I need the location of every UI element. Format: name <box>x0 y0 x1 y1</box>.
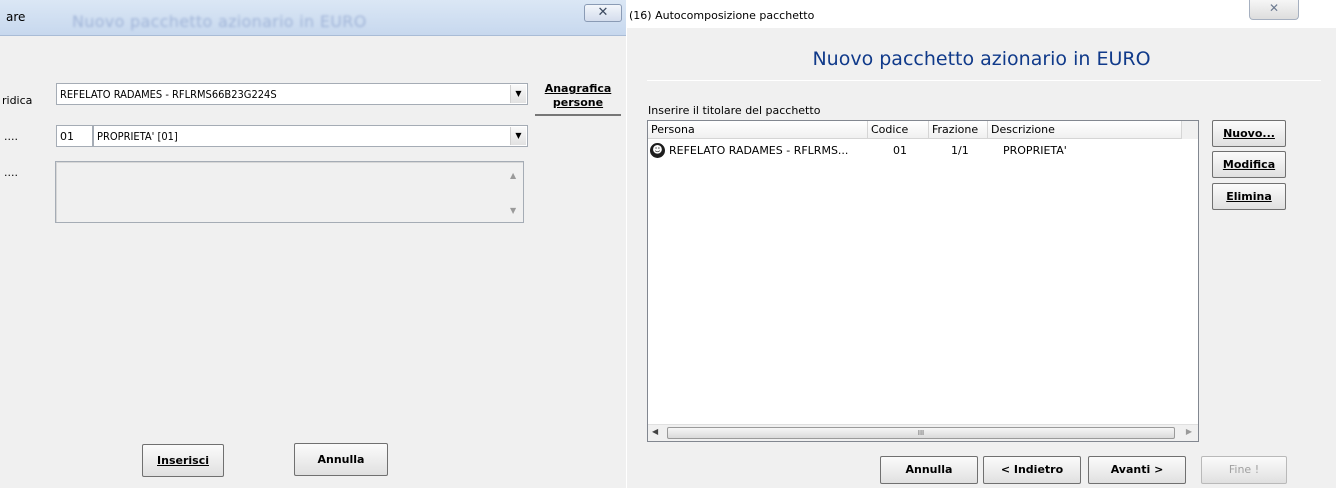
left-dialog-titlebar: are Nuovo pacchetto azionario in EURO ✕ <box>0 0 626 36</box>
new-button[interactable]: Nuovo... <box>1212 120 1286 147</box>
close-icon[interactable]: ✕ <box>584 4 622 22</box>
wizard-cancel-button[interactable]: Annulla <box>880 456 978 484</box>
left-dialog-title: are <box>6 10 26 24</box>
scroll-up-icon[interactable]: ▲ <box>510 171 516 180</box>
table-row[interactable]: ☻ REFELATO RADAMES - RFLRMS... 01 1/1 PR… <box>648 141 1182 161</box>
header-corner <box>1181 121 1198 139</box>
ownership-type-combo[interactable]: PROPRIETA' [01] ▼ <box>93 125 528 147</box>
anagrafica-button-line2: persone <box>552 96 604 109</box>
wizard-titlebar: (16) Autocomposizione pacchetto ✕ <box>627 0 1336 28</box>
wizard-title: (16) Autocomposizione pacchetto <box>629 9 815 22</box>
edit-button[interactable]: Modifica <box>1212 151 1286 178</box>
person-label: ridica <box>2 94 33 107</box>
close-icon[interactable]: ✕ <box>1249 0 1299 20</box>
cell-descrizione: PROPRIETA' <box>1003 144 1067 157</box>
notes-textarea[interactable]: ▲ ▼ <box>55 161 524 223</box>
person-combo-value: REFELATO RADAMES - RFLRMS66B23G224S <box>60 88 277 101</box>
wizard-heading: Nuovo pacchetto azionario in EURO <box>812 48 1151 70</box>
delete-button[interactable]: Elimina <box>1212 183 1286 210</box>
chevron-down-icon[interactable]: ▼ <box>510 85 526 103</box>
scroll-right-icon[interactable]: ▶ <box>1186 427 1192 436</box>
heading-divider <box>647 80 1321 81</box>
notes-label: .... <box>4 166 18 179</box>
back-button[interactable]: < Indietro <box>983 456 1081 484</box>
anagrafica-persone-button[interactable]: Anagrafica persone <box>535 82 621 110</box>
column-header-persona[interactable]: Persona <box>648 121 868 139</box>
holders-table[interactable]: Persona Codice Frazione Descrizione ☻ RE… <box>647 120 1199 442</box>
scroll-down-icon[interactable]: ▼ <box>510 206 516 215</box>
insert-button[interactable]: Inserisci <box>142 444 224 477</box>
ownership-type-value: PROPRIETA' [01] <box>97 130 178 143</box>
anagrafica-button-underline <box>535 114 621 116</box>
next-button[interactable]: Avanti > <box>1088 456 1186 484</box>
code-field[interactable]: 01 <box>56 125 93 147</box>
column-header-descrizione[interactable]: Descrizione <box>988 121 1181 139</box>
cell-persona: REFELATO RADAMES - RFLRMS... <box>669 144 849 157</box>
cell-codice: 01 <box>893 144 907 157</box>
person-combo[interactable]: REFELATO RADAMES - RFLRMS66B23G224S ▼ <box>56 83 528 105</box>
finish-button[interactable]: Fine ! <box>1201 456 1287 484</box>
left-cancel-button[interactable]: Annulla <box>294 443 388 476</box>
column-header-codice[interactable]: Codice <box>868 121 929 139</box>
code-label: .... <box>4 130 18 143</box>
left-dialog-ghost-title: Nuovo pacchetto azionario in EURO <box>72 12 367 31</box>
scroll-left-icon[interactable]: ◀ <box>652 427 658 436</box>
table-header: Persona Codice Frazione Descrizione <box>648 121 1198 139</box>
insert-holder-dialog: are Nuovo pacchetto azionario in EURO ✕ … <box>0 0 626 488</box>
scrollbar-thumb[interactable]: III <box>667 427 1175 439</box>
anagrafica-button-line1: Anagrafica <box>544 82 612 95</box>
notes-scrollbar[interactable]: ▲ ▼ <box>506 162 523 222</box>
person-icon: ☻ <box>650 143 665 158</box>
cell-frazione: 1/1 <box>951 144 969 157</box>
instruction-label: Inserire il titolare del pacchetto <box>648 104 821 117</box>
column-header-frazione[interactable]: Frazione <box>929 121 988 139</box>
code-field-value: 01 <box>60 130 74 143</box>
chevron-down-icon[interactable]: ▼ <box>510 127 526 145</box>
table-horizontal-scrollbar[interactable]: ◀ III ▶ <box>648 424 1198 441</box>
